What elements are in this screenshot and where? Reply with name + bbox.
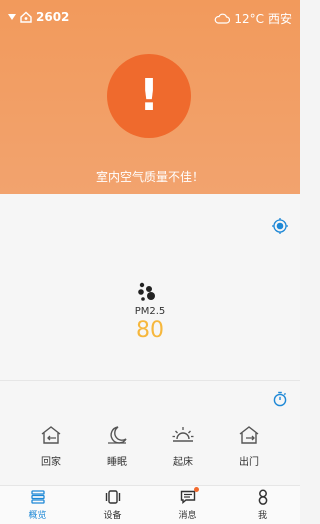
messages-icon-wrap <box>179 487 199 505</box>
tab-overview[interactable]: 概览 <box>0 486 75 524</box>
sunrise-icon <box>172 427 194 442</box>
alert-message: 室内空气质量不佳！ <box>95 170 204 184</box>
air-quality-panel: PM2.5 80 <box>0 194 300 380</box>
me-icon-wrap <box>254 489 272 505</box>
home-leave-icon <box>239 426 259 444</box>
moon-icon <box>108 426 127 444</box>
weather-temperature: 12°C <box>234 11 264 26</box>
cloud-icon <box>215 13 231 24</box>
home-id: 2602 <box>36 10 70 24</box>
home-arrive-icon <box>41 426 61 444</box>
timer-button[interactable] <box>270 389 290 409</box>
bottom-nav: 概览 设备 消息 我 <box>0 485 300 524</box>
nav-label: 设备 <box>103 511 122 521</box>
nav-label: 我 <box>257 511 267 521</box>
nav-label: 概览 <box>28 511 47 521</box>
scene-home[interactable]: 回家 <box>25 425 77 468</box>
scene-list: 回家 睡眠 起床 出门 <box>0 425 300 468</box>
scene-wake[interactable]: 起床 <box>157 425 209 468</box>
tab-me[interactable]: 我 <box>225 486 300 524</box>
scene-label: 回家 <box>41 457 61 468</box>
tab-devices[interactable]: 设备 <box>75 486 150 524</box>
scene-sleep[interactable]: 睡眠 <box>91 425 143 468</box>
overview-icon <box>30 490 45 504</box>
dropdown-triangle-icon <box>8 14 16 20</box>
message-icon <box>180 490 195 504</box>
locate-device-button[interactable] <box>270 216 290 236</box>
tab-messages[interactable]: 消息 <box>150 486 225 524</box>
particles-icon <box>138 282 155 301</box>
pm-value: 80 <box>136 318 164 343</box>
alert-indicator: ! <box>107 54 191 138</box>
user-icon <box>258 489 267 505</box>
scene-panel: 回家 睡眠 起床 出门 <box>0 381 300 485</box>
home-icon <box>20 11 32 23</box>
scene-label: 起床 <box>173 457 193 468</box>
home-selector[interactable]: 2602 <box>8 10 69 24</box>
top-bar: 2602 12°C 西安 <box>0 0 300 34</box>
exclamation-icon: ! <box>138 70 160 121</box>
devices-icon <box>105 490 120 504</box>
scene-label: 睡眠 <box>107 457 127 468</box>
scene-leave[interactable]: 出门 <box>223 425 275 468</box>
status-banner: 2602 12°C 西安 ! 室内空气质量不佳！ <box>0 0 300 194</box>
notification-dot <box>193 487 199 492</box>
nav-label: 消息 <box>178 511 197 521</box>
scene-label: 出门 <box>239 457 259 468</box>
stopwatch-icon <box>273 391 287 407</box>
overview-icon-wrap <box>29 489 47 505</box>
weather-widget: 12°C 西安 <box>214 10 292 27</box>
target-icon <box>272 218 288 234</box>
devices-icon-wrap <box>104 489 122 505</box>
weather-city: 西安 <box>267 12 292 26</box>
pm-label: PM2.5 <box>134 306 166 317</box>
